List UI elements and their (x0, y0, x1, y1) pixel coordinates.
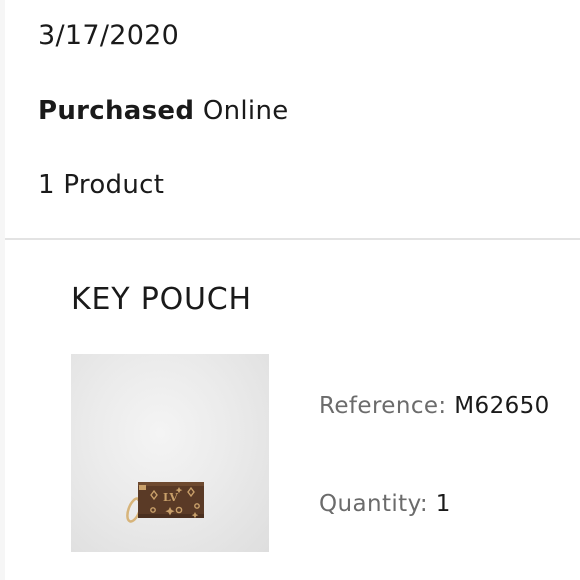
monogram-key-pouch-image: LV (126, 482, 204, 523)
quantity-line: Quantity: 1 (319, 490, 451, 518)
order-summary: 3/17/2020 Purchased Online 1 Product (5, 0, 580, 238)
reference-value: M62650 (454, 393, 550, 419)
reference-line: Reference: M62650 (319, 392, 550, 420)
quantity-label: Quantity: (319, 491, 429, 517)
purchased-label: Purchased (38, 96, 195, 126)
channel-value: Online (202, 96, 289, 126)
product-item[interactable]: KEY POUCH LV Reference: M62650 Quantity:… (5, 240, 580, 580)
product-count: 1 Product (38, 170, 165, 200)
order-date: 3/17/2020 (38, 20, 180, 51)
purchase-channel: Purchased Online (38, 95, 289, 127)
quantity-value: 1 (435, 491, 451, 517)
product-name[interactable]: KEY POUCH (71, 282, 252, 318)
svg-text:LV: LV (163, 491, 178, 504)
order-detail-screen: 3/17/2020 Purchased Online 1 Product KEY… (0, 0, 580, 580)
reference-label: Reference: (319, 393, 447, 419)
product-image[interactable]: LV (71, 354, 269, 552)
